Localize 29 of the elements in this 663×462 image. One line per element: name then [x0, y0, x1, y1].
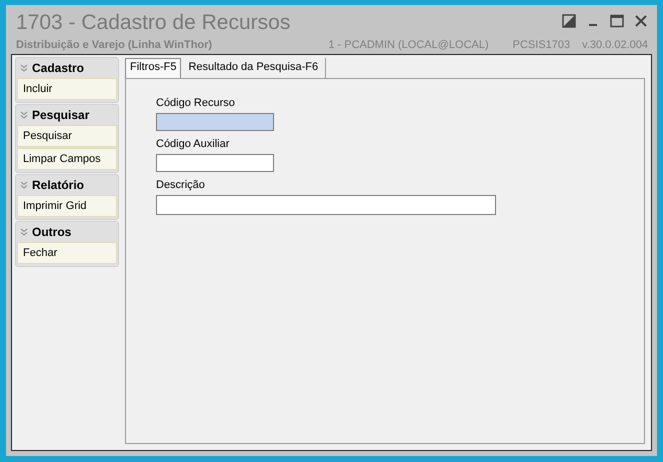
field-label: Código Auxiliar [156, 138, 230, 150]
tab[interactable]: Resultado da Pesquisa-F6 [181, 58, 326, 78]
field-label: Descrição [156, 179, 205, 191]
version-label: v.30.0.02.004 [582, 39, 648, 51]
input-field[interactable] [156, 154, 274, 172]
sidebar-item[interactable]: Fechar [17, 242, 117, 264]
maximize-icon[interactable] [610, 14, 624, 28]
sidebar-item[interactable]: Pesquisar [17, 125, 117, 147]
restore-icon[interactable] [562, 14, 576, 28]
chevron-down-icon [20, 181, 28, 189]
tab[interactable]: Filtros-F5 [125, 58, 182, 78]
sidebar-item[interactable]: Incluir [17, 78, 117, 100]
program-label: PCSIS1703 [512, 39, 570, 51]
sidebar-item[interactable]: Limpar Campos [17, 148, 117, 170]
chevron-down-icon [20, 64, 28, 72]
sidebar-item[interactable]: Imprimir Grid [17, 195, 117, 217]
input-field[interactable] [156, 113, 274, 131]
group-header[interactable]: Outros [17, 223, 117, 241]
input-field[interactable] [156, 195, 496, 215]
group-header[interactable]: Relatório [17, 176, 117, 194]
group-header[interactable]: Pesquisar [17, 106, 117, 124]
chevron-down-icon [20, 111, 28, 119]
chevron-down-icon [20, 228, 28, 236]
group-header[interactable]: Cadastro [17, 59, 117, 77]
window-subtitle: Distribuição e Varejo (Linha WinThor) [16, 39, 212, 51]
user-label: 1 - PCADMIN (LOCAL@LOCAL) [328, 39, 489, 51]
field-label: Código Recurso [156, 97, 235, 109]
close-icon[interactable] [634, 14, 648, 28]
window-title: 1703 - Cadastro de Recursos [15, 10, 290, 35]
